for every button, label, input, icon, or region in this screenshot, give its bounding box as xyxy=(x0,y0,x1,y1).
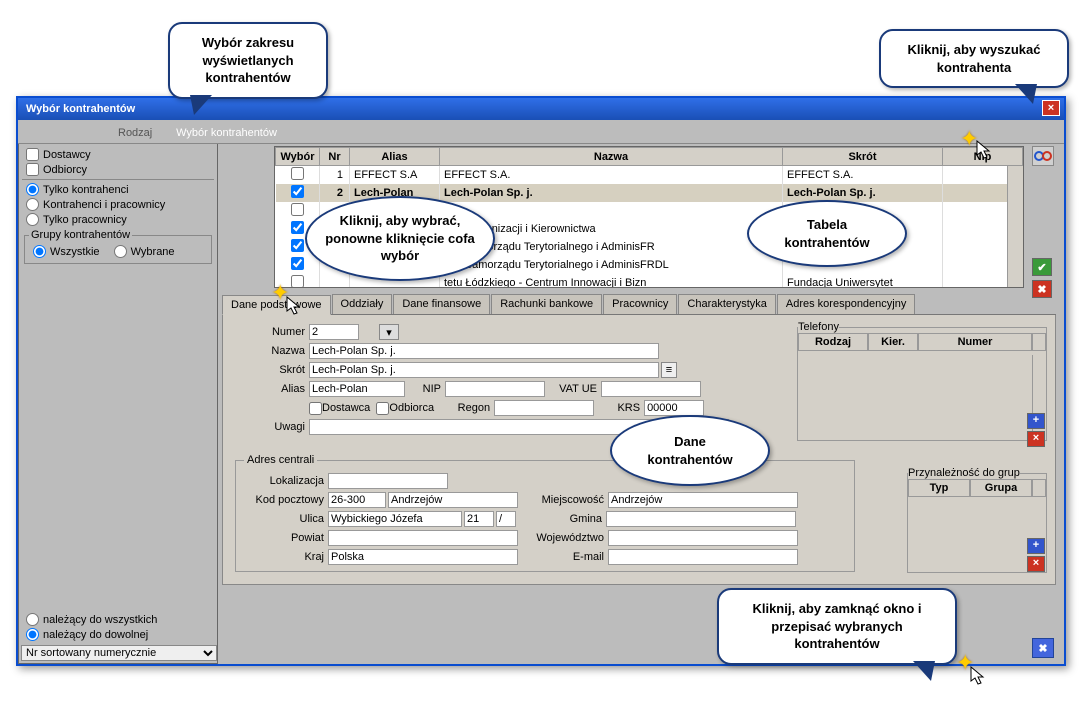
radio-tylko-pracownicy[interactable]: Tylko pracownicy xyxy=(22,212,214,227)
numer-lookup-button[interactable]: ▾ xyxy=(379,324,399,340)
tab-dane-podstawowe[interactable]: Dane podstawowe xyxy=(222,295,331,315)
sort-select[interactable]: Nr sortowany numerycznie xyxy=(21,645,217,661)
gmina-field[interactable] xyxy=(606,511,796,527)
telefony-box: Telefony Rodzaj Kier. Numer xyxy=(797,321,1047,441)
grid-scrollbar[interactable] xyxy=(1007,166,1023,287)
col-nr[interactable]: Nr xyxy=(320,148,350,166)
skrot-field[interactable] xyxy=(309,362,659,378)
tel-col-numer[interactable]: Numer xyxy=(918,333,1032,351)
callout-select: Kliknij, aby wybrać, ponowne kliknięcie … xyxy=(305,196,495,281)
row-checkbox[interactable] xyxy=(291,185,304,198)
row-checkbox[interactable] xyxy=(291,239,304,252)
callout-range: Wybór zakresu wyświetlanych kontrahentów xyxy=(168,22,328,99)
cursor-icon xyxy=(976,140,992,160)
cursor-icon xyxy=(970,666,986,686)
skrot-expand-button[interactable]: ≡ xyxy=(661,362,677,378)
powiat-field[interactable] xyxy=(328,530,518,546)
col-alias[interactable]: Alias xyxy=(350,148,440,166)
callout-data: Dane kontrahentów xyxy=(610,415,770,486)
nr-domu-field[interactable] xyxy=(464,511,494,527)
row-checkbox[interactable] xyxy=(291,167,304,180)
woj-field[interactable] xyxy=(608,530,798,546)
callout-table: Tabela kontrahentów xyxy=(747,200,907,267)
grid-confirm-button[interactable]: ✔ xyxy=(1032,258,1052,276)
row-checkbox[interactable] xyxy=(291,203,304,216)
kraj-field[interactable] xyxy=(328,549,518,565)
tel-del-button[interactable]: × xyxy=(1027,431,1045,447)
row-checkbox[interactable] xyxy=(291,275,304,288)
radio-kontrahenci-pracownicy[interactable]: Kontrahenci i pracownicy xyxy=(22,197,214,212)
subheader-title: Wybór kontrahentów xyxy=(176,127,277,139)
fieldset-grupy: Grupy kontrahentów Wszystkie Wybrane xyxy=(24,229,212,264)
tel-add-button[interactable]: + xyxy=(1027,413,1045,429)
col-nazwa[interactable]: Nazwa xyxy=(440,148,783,166)
tel-col-rodzaj[interactable]: Rodzaj xyxy=(798,333,868,351)
email-field[interactable] xyxy=(608,549,798,565)
nazwa-field[interactable] xyxy=(309,343,659,359)
titlebar[interactable]: Wybór kontrahentów × xyxy=(18,98,1064,120)
vatue-field[interactable] xyxy=(601,381,701,397)
radio-nalezacy-dowolnej[interactable]: należący do dowolnej xyxy=(22,627,214,642)
grp-col-grupa[interactable]: Grupa xyxy=(970,479,1032,497)
lokalizacja-field[interactable] xyxy=(328,473,448,489)
ulica-field[interactable] xyxy=(328,511,462,527)
checkbox-odbiorcy[interactable]: Odbiorcy xyxy=(22,162,214,177)
callout-close: Kliknij, aby zamknąć okno i przepisać wy… xyxy=(717,588,957,665)
radio-nalezacy-wszystkich[interactable]: należący do wszystkich xyxy=(22,612,214,627)
dostawca-checkbox[interactable] xyxy=(309,402,322,415)
table-row[interactable]: 1EFFECT S.AEFFECT S.A.EFFECT S.A. xyxy=(276,166,1023,185)
sidebar: Dostawcy Odbiorcy Tylko kontrahenci Kont… xyxy=(18,144,218,664)
col-skrot[interactable]: Skrót xyxy=(783,148,943,166)
tab-charakterystyka[interactable]: Charakterystyka xyxy=(678,294,775,314)
radio-wszystkie[interactable]: Wszystkie Wybrane xyxy=(29,244,207,259)
search-button[interactable] xyxy=(1032,146,1054,166)
tel-col-kier[interactable]: Kier. xyxy=(868,333,918,351)
tab-adres-koresp[interactable]: Adres korespondencyjny xyxy=(777,294,915,314)
poczta-field[interactable] xyxy=(388,492,518,508)
radio-tylko-kontrahenci[interactable]: Tylko kontrahenci xyxy=(22,182,214,197)
tab-rachunki[interactable]: Rachunki bankowe xyxy=(491,294,602,314)
tab-oddzialy[interactable]: Oddziały xyxy=(332,294,393,314)
subheader: Rodzaj Wybór kontrahentów xyxy=(18,120,1064,144)
binoculars-icon xyxy=(1034,147,1052,163)
grupy-box: Przynależność do grup Typ Grupa xyxy=(907,467,1047,573)
krs-field[interactable] xyxy=(644,400,704,416)
checkbox-dostawcy[interactable]: Dostawcy xyxy=(22,147,214,162)
odbiorca-checkbox[interactable] xyxy=(376,402,389,415)
kod-field[interactable] xyxy=(328,492,386,508)
grid-side-buttons: ✔ ✖ xyxy=(1032,258,1052,298)
close-transfer-button[interactable]: ✖ xyxy=(1032,638,1054,658)
tab-pracownicy[interactable]: Pracownicy xyxy=(603,294,677,314)
nip-field[interactable] xyxy=(445,381,545,397)
col-wybor[interactable]: Wybór xyxy=(276,148,320,166)
callout-search: Kliknij, aby wyszukać kontrahenta xyxy=(879,29,1069,88)
miejscowosc-field[interactable] xyxy=(608,492,798,508)
cursor-icon xyxy=(286,296,302,316)
main-window: Wybór kontrahentów × Rodzaj Wybór kontra… xyxy=(16,96,1066,666)
alias-field[interactable] xyxy=(309,381,405,397)
regon-field[interactable] xyxy=(494,400,594,416)
rodzaj-label: Rodzaj xyxy=(118,127,152,139)
window-close-button[interactable]: × xyxy=(1042,100,1060,116)
window-title: Wybór kontrahentów xyxy=(26,103,135,115)
row-checkbox[interactable] xyxy=(291,257,304,270)
grp-add-button[interactable]: + xyxy=(1027,538,1045,554)
adres-fieldset: Adres centrali Lokalizacja Kod pocztowyM… xyxy=(235,454,855,572)
row-checkbox[interactable] xyxy=(291,221,304,234)
tab-dane-finansowe[interactable]: Dane finansowe xyxy=(393,294,490,314)
grp-col-typ[interactable]: Typ xyxy=(908,479,970,497)
grp-del-button[interactable]: × xyxy=(1027,556,1045,572)
nr-lok-field[interactable] xyxy=(496,511,516,527)
numer-field[interactable] xyxy=(309,324,359,340)
